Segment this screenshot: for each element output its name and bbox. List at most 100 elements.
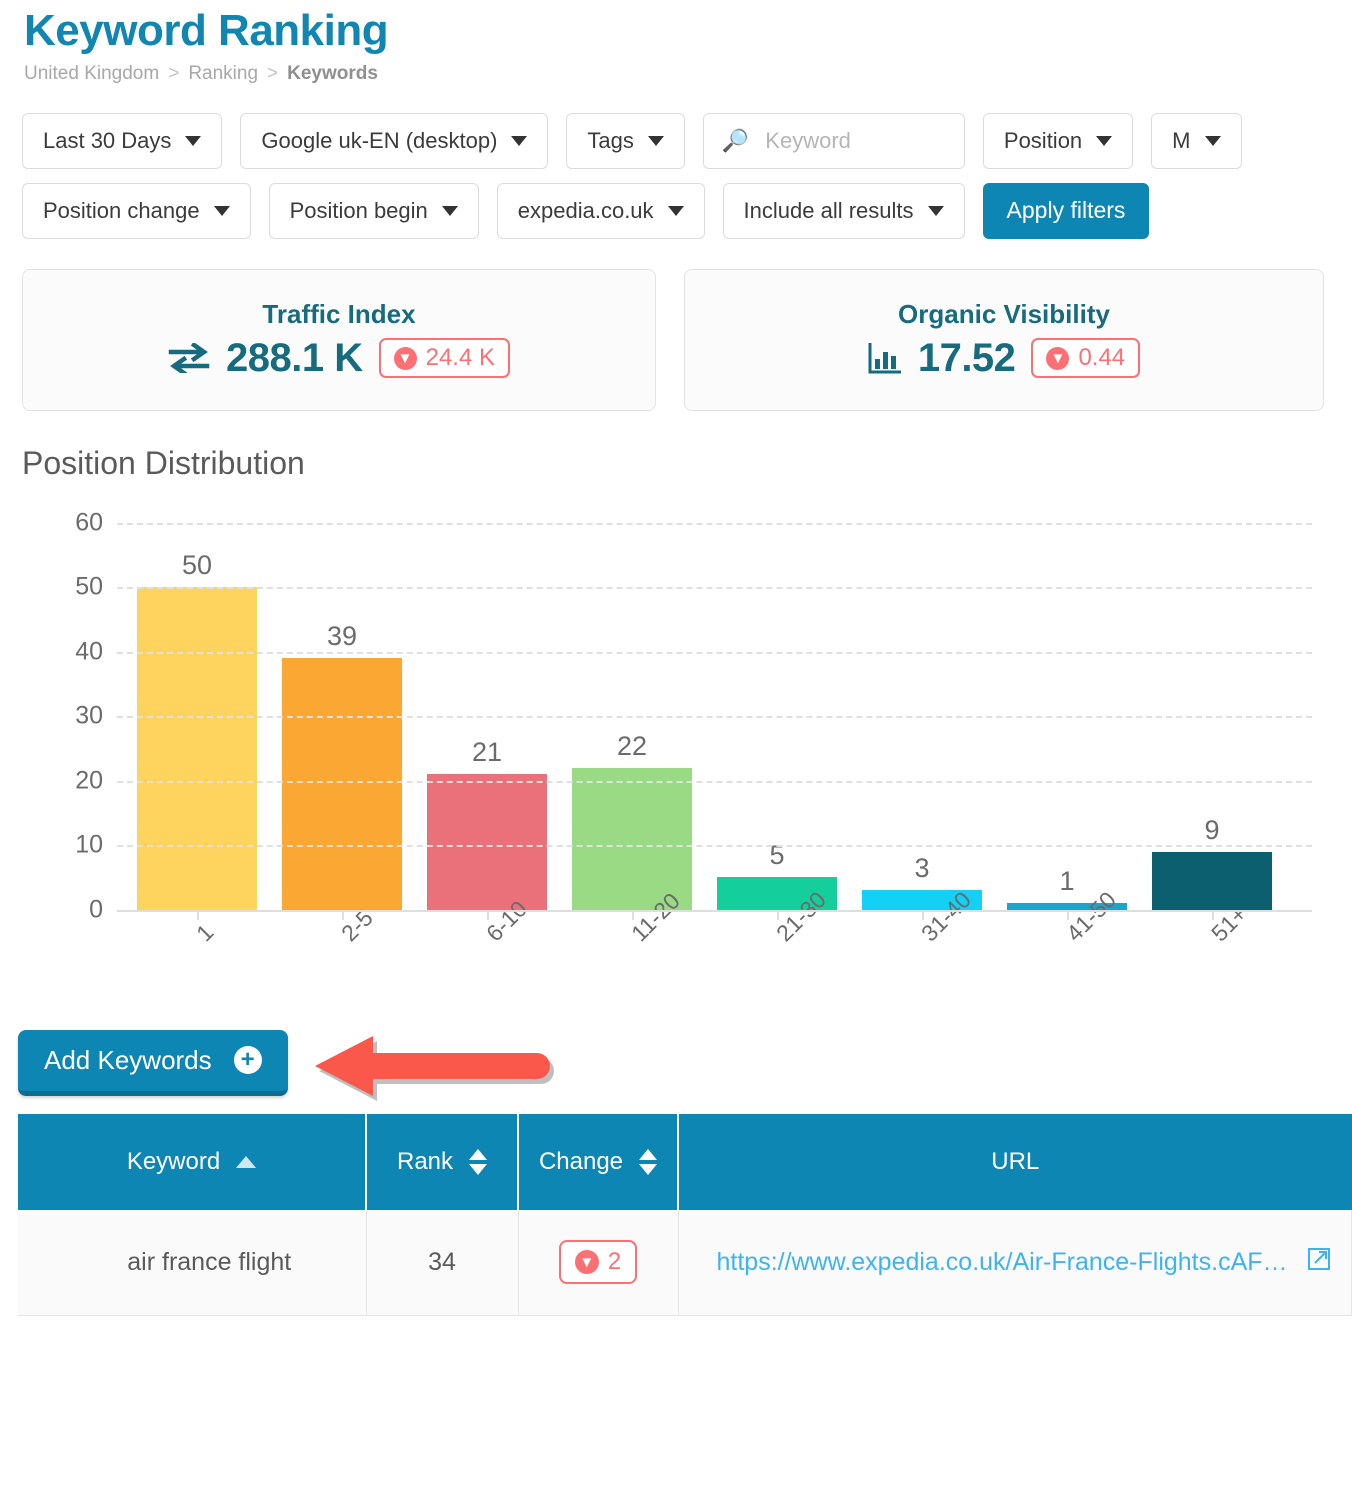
column-header-url[interactable]: URL xyxy=(678,1113,1352,1210)
keywords-table-body: air france flight 34 ▼ 2 https://www.exp… xyxy=(18,1209,1352,1317)
filter-domain[interactable]: expedia.co.uk xyxy=(496,182,705,239)
chart-bar[interactable] xyxy=(572,767,692,910)
column-header-change[interactable]: Change xyxy=(518,1113,679,1210)
traffic-index-value: 288.1 K xyxy=(226,335,363,380)
filter-bar: Last 30 Days Google uk-EN (desktop) Tags… xyxy=(0,112,1352,239)
keywords-table: Keyword Rank Change URL air france fligh… xyxy=(18,1113,1352,1317)
organic-visibility-card: Organic Visibility 17.52 ▼ 0.44 xyxy=(684,268,1324,411)
chart-gridline xyxy=(117,587,1312,590)
keyword-search-box[interactable]: 🔍 xyxy=(702,112,965,169)
bar-value-label: 22 xyxy=(616,730,648,761)
chart-gridline xyxy=(117,716,1312,719)
filter-row-2: Position change Position begin expedia.c… xyxy=(22,182,1352,239)
chart-gridline xyxy=(117,845,1312,848)
filter-tags-label: Tags xyxy=(587,127,634,153)
y-axis-tick-label: 50 xyxy=(75,572,103,601)
filter-more-label: M xyxy=(1172,127,1191,153)
filter-position-change-label: Position change xyxy=(43,197,200,223)
filter-position-change[interactable]: Position change xyxy=(22,182,251,239)
breadcrumb-separator: > xyxy=(267,62,279,84)
bar-value-label: 39 xyxy=(326,621,358,652)
traffic-index-delta-badge: ▼ 24.4 K xyxy=(378,338,510,379)
filter-search-engine[interactable]: Google uk-EN (desktop) xyxy=(240,112,549,169)
organic-visibility-value-row: 17.52 ▼ 0.44 xyxy=(868,335,1141,381)
chart-plot-area: 50 1 39 2-5 21 6-10 22 11-20 5 21-30 3 31-40 1 41-50 9… xyxy=(75,508,1312,946)
change-value: 2 xyxy=(607,1248,622,1276)
y-axis-tick-label: 60 xyxy=(75,508,103,537)
cell-keyword[interactable]: air france flight xyxy=(18,1209,367,1317)
add-keywords-button[interactable]: Add Keywords + xyxy=(18,1029,288,1096)
column-header-url-label: URL xyxy=(991,1147,1040,1175)
x-axis-tick-label: 1 xyxy=(191,918,219,946)
keywords-table-wrap: Keyword Rank Change URL air france fligh… xyxy=(0,1113,1352,1317)
arrow-down-icon: ▼ xyxy=(1046,346,1070,370)
chart-bar[interactable] xyxy=(427,774,547,910)
chart-title: Position Distribution xyxy=(22,444,305,481)
organic-visibility-delta-value: 0.44 xyxy=(1078,344,1126,372)
keyword-link[interactable]: air france flight xyxy=(127,1248,291,1276)
position-distribution-section: Position Distribution 50 1 39 2-5 21 6-10 22 11… xyxy=(0,411,1352,1018)
arrow-down-icon: ▼ xyxy=(574,1250,599,1275)
chart-bar[interactable] xyxy=(137,587,257,910)
breadcrumb-separator: > xyxy=(168,62,180,84)
chart-bar[interactable] xyxy=(1152,851,1272,910)
add-keywords-label: Add Keywords xyxy=(44,1044,212,1075)
y-axis-tick-label: 0 xyxy=(89,895,103,924)
filter-date-range-label: Last 30 Days xyxy=(43,127,172,153)
apply-filters-button[interactable]: Apply filters xyxy=(982,182,1150,239)
filter-date-range[interactable]: Last 30 Days xyxy=(22,112,223,169)
arrow-left-annotation-icon xyxy=(315,1034,555,1114)
chart-gridline xyxy=(117,780,1312,783)
column-header-keyword-label: Keyword xyxy=(126,1147,221,1175)
chevron-down-icon xyxy=(441,205,458,216)
bar-value-label: 21 xyxy=(471,737,503,768)
summary-cards: Traffic Index 288.1 K ▼ 24.4 K Organic V… xyxy=(0,253,1352,411)
sort-both-icon xyxy=(469,1148,488,1175)
keywords-table-head: Keyword Rank Change URL xyxy=(18,1113,1352,1210)
traffic-index-label: Traffic Index xyxy=(262,298,416,329)
column-header-keyword[interactable]: Keyword xyxy=(18,1113,367,1210)
arrow-down-icon: ▼ xyxy=(393,346,417,370)
filter-position-label: Position xyxy=(1003,127,1083,153)
table-header-row: Keyword Rank Change URL xyxy=(18,1113,1352,1210)
cell-url: https://www.expedia.co.uk/Air-France-Fli… xyxy=(678,1209,1352,1317)
breadcrumb-item-country[interactable]: United Kingdom xyxy=(24,63,159,85)
breadcrumb-item-ranking[interactable]: Ranking xyxy=(188,63,258,85)
filter-results-scope[interactable]: Include all results xyxy=(722,182,965,239)
organic-visibility-value: 17.52 xyxy=(917,335,1016,380)
filter-search-engine-label: Google uk-EN (desktop) xyxy=(261,127,498,153)
search-input[interactable] xyxy=(763,126,946,155)
filter-more[interactable]: M xyxy=(1151,112,1242,169)
cell-rank: 34 xyxy=(366,1209,519,1317)
sort-both-icon xyxy=(639,1148,658,1175)
bar-chart-icon xyxy=(868,341,902,375)
organic-visibility-label: Organic Visibility xyxy=(898,298,1110,329)
chevron-down-icon xyxy=(667,205,684,216)
change-badge: ▼ 2 xyxy=(558,1240,638,1285)
chevron-down-icon xyxy=(185,135,202,146)
column-header-rank[interactable]: Rank xyxy=(366,1113,519,1210)
chevron-down-icon xyxy=(1204,135,1221,146)
bar-value-label: 50 xyxy=(181,550,213,581)
cell-change: ▼ 2 xyxy=(518,1209,679,1317)
filter-results-scope-label: Include all results xyxy=(743,197,914,223)
search-icon: 🔍 xyxy=(721,127,750,153)
y-axis-tick-label: 10 xyxy=(75,830,103,859)
filter-position-begin[interactable]: Position begin xyxy=(268,182,479,239)
url-link[interactable]: https://www.expedia.co.uk/Air-France-Fli… xyxy=(717,1248,1288,1277)
keyword-ranking-page: Keyword Ranking United Kingdom > Ranking… xyxy=(0,0,1352,1492)
chart-gridline xyxy=(117,522,1312,525)
traffic-index-value-row: 288.1 K ▼ 24.4 K xyxy=(168,336,510,381)
add-keywords-row: Add Keywords + xyxy=(0,1024,1352,1110)
filter-tags[interactable]: Tags xyxy=(566,112,685,169)
filter-domain-label: expedia.co.uk xyxy=(517,197,654,223)
chevron-down-icon xyxy=(647,135,664,146)
external-link-icon[interactable] xyxy=(1306,1246,1332,1279)
y-axis-tick-label: 30 xyxy=(75,701,103,730)
bar-value-label: 3 xyxy=(914,853,930,884)
filter-position[interactable]: Position xyxy=(982,112,1134,169)
chart-bar[interactable] xyxy=(282,658,402,910)
chevron-down-icon xyxy=(927,205,944,216)
bar-value-label: 9 xyxy=(1204,814,1220,845)
chart-gridline xyxy=(117,909,1312,912)
